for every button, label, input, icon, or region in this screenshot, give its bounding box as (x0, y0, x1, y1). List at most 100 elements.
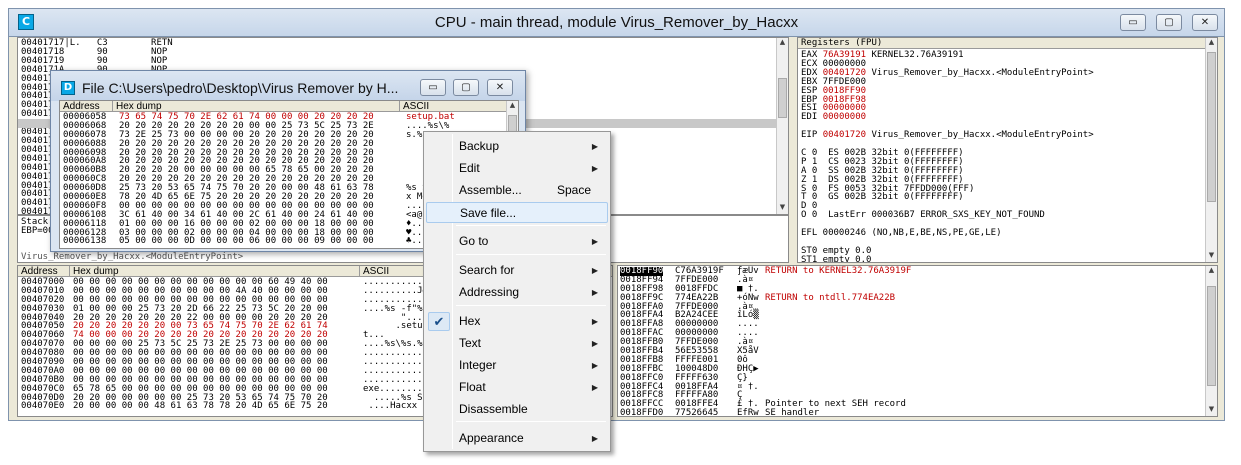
menu-item-assemble[interactable]: Assemble... Space (426, 180, 608, 201)
menu-item-label: Save file... (460, 206, 517, 220)
scroll-thumb[interactable] (778, 78, 787, 118)
menu-item-disassemble[interactable]: Disassemble (426, 399, 608, 420)
module-info-line: Virus_Remover_by_Hacxx.<ModuleEntryPoint… (21, 252, 244, 262)
register-line[interactable]: EFL 00000246 (NO,NB,E,BE,NS,PE,GE,LE) (801, 229, 1094, 238)
dump-address[interactable]: 004070E0 (21, 402, 64, 411)
scroll-thumb[interactable] (1207, 286, 1216, 386)
minimize-button[interactable]: ▭ (1120, 14, 1146, 31)
registers-header[interactable]: Registers (FPU) (798, 38, 1207, 49)
dump-col-hex[interactable]: Hex dump (70, 266, 360, 277)
maximize-button[interactable]: ▢ (1156, 14, 1182, 31)
menu-item-integer[interactable]: Integer ▶ (426, 355, 608, 376)
check-icon: ✔ (428, 312, 450, 331)
menu-item-search-for[interactable]: Search for ▶ (426, 260, 608, 281)
dump-close-button[interactable]: ✕ (487, 79, 513, 96)
dump-maximize-button[interactable]: ▢ (453, 79, 479, 96)
menu-item-shortcut: Space (557, 183, 592, 197)
menu-item-float[interactable]: Float ▶ (426, 377, 608, 398)
submenu-arrow-icon: ▶ (591, 383, 598, 392)
stack-address[interactable]: 0018FFD0 (620, 409, 663, 416)
file-dump-col-ascii[interactable]: ASCII (400, 101, 508, 112)
disassembly-scrollbar[interactable]: ▲ ▼ (776, 38, 788, 214)
register-line[interactable]: O 0 LastErr 000036B7 ERROR_SXS_KEY_NOT_F… (801, 211, 1094, 220)
dump-hex[interactable]: 05 00 00 00 0D 00 00 00 06 00 00 00 09 0… (119, 237, 374, 246)
context-menu[interactable]: Backup ▶ Edit ▶ Assemble... Space Save file...… (423, 131, 611, 452)
menu-item-hex[interactable]: ✔ Hex ▶ (426, 311, 608, 332)
scroll-down-icon[interactable]: ▼ (777, 203, 788, 214)
menu-item-label: Text (459, 336, 482, 350)
stack-pane[interactable]: 0018FF90 C76A3919F ƒæÙv RETURN to KERNEL32.… (617, 265, 1218, 417)
register-value[interactable]: 00401720 (823, 130, 866, 140)
scroll-up-icon[interactable]: ▲ (1206, 266, 1217, 277)
stack-rows[interactable]: 0018FF90 C76A3919F ƒæÙv RETURN to KERNEL32.… (620, 266, 1205, 416)
menu-item-text[interactable]: Text ▶ (426, 333, 608, 354)
scroll-down-icon[interactable]: ▼ (1206, 251, 1217, 262)
submenu-arrow-icon: ▶ (591, 317, 598, 326)
menu-item-save-file[interactable]: Save file... (426, 202, 608, 223)
menu-item-label: Float (459, 380, 486, 394)
register-lines[interactable]: EAX 76A39191 KERNEL32.76A39191 ECX 000000… (801, 51, 1094, 263)
stack-comment: RETURN to KERNEL32.76A3919F (765, 266, 912, 276)
submenu-arrow-icon: ▶ (591, 288, 598, 297)
submenu-arrow-icon: ▶ (591, 266, 598, 275)
menu-item-label: Integer (459, 358, 497, 372)
menu-separator (456, 421, 606, 422)
dump-ascii[interactable]: s.% (406, 130, 422, 140)
dump-window-icon[interactable]: D (61, 81, 75, 95)
file-dump-col-hex[interactable]: Hex dump (113, 101, 400, 112)
menu-separator (456, 305, 606, 306)
stack-row[interactable]: 0018FFD0 77526645 EfRw SE handler (620, 409, 1205, 416)
submenu-arrow-icon: ▶ (591, 164, 598, 173)
menu-item-label: Appearance (459, 431, 524, 445)
register-comment: Virus_Remover_by_Hacxx.<ModuleEntryPoint… (866, 67, 1094, 78)
register-comment: Virus_Remover_by_Hacxx.<ModuleEntryPoint… (866, 130, 1094, 141)
menu-item-label: Search for (459, 263, 515, 277)
menu-separator (456, 225, 606, 226)
dump-minimize-button[interactable]: ▭ (420, 79, 446, 96)
scroll-down-icon[interactable]: ▼ (1206, 405, 1217, 416)
registers-scrollbar[interactable]: ▲ ▼ (1205, 38, 1217, 262)
dump-window-title: File C:\Users\pedro\Desktop\Virus Remove… (82, 80, 399, 96)
register-name: EIP (801, 130, 823, 141)
dump-title-bar[interactable]: D File C:\Users\pedro\Desktop\Virus Remo… (51, 71, 525, 101)
scroll-thumb[interactable] (1207, 52, 1216, 202)
register-line[interactable]: T 0 GS 002B 32bit 0(FFFFFFFF) (801, 193, 1094, 202)
register-line[interactable]: EIP 00401720 Virus_Remover_by_Hacxx.<Mod… (801, 131, 1094, 140)
file-dump-col-address[interactable]: Address (60, 101, 113, 112)
menu-item-backup[interactable]: Backup ▶ (426, 136, 608, 157)
menu-item-label: Assemble... (459, 183, 522, 197)
menu-item-label: Backup (459, 139, 500, 153)
title-bar[interactable]: C CPU - main thread, module Virus_Remove… (8, 8, 1225, 36)
register-name: EDI (801, 112, 823, 123)
menu-item-addressing[interactable]: Addressing ▶ (426, 282, 608, 303)
submenu-arrow-icon: ▶ (591, 142, 598, 151)
dump-col-address[interactable]: Address (18, 266, 70, 277)
register-line[interactable]: ST1 empty 0.0 (801, 255, 1094, 262)
menu-item-edit[interactable]: Edit ▶ (426, 158, 608, 179)
register-comment: KERNEL32.76A39191 (866, 50, 964, 60)
submenu-arrow-icon: ▶ (591, 434, 598, 443)
menu-item-label: Hex (459, 314, 481, 328)
menu-item-label: Addressing (459, 285, 520, 299)
menu-separator (456, 254, 606, 255)
stack-value[interactable]: 77526645 (675, 409, 718, 416)
close-button[interactable]: ✕ (1192, 14, 1218, 31)
menu-item-appearance[interactable]: Appearance ▶ (426, 428, 608, 449)
scroll-up-icon[interactable]: ▲ (507, 101, 518, 112)
stack-scrollbar[interactable]: ▲ ▼ (1205, 266, 1217, 416)
scroll-up-icon[interactable]: ▲ (1206, 38, 1217, 49)
scroll-up-icon[interactable]: ▲ (777, 38, 788, 49)
submenu-arrow-icon: ▶ (591, 361, 598, 370)
ebp-info-line: EBP=00 (21, 226, 54, 236)
dump-address[interactable]: 00006138 (63, 237, 106, 246)
registers-pane[interactable]: Registers (FPU) EAX 76A39191 KERNEL32.76… (797, 37, 1218, 263)
window-title: CPU - main thread, module Virus_Remover_… (434, 14, 799, 31)
menu-item-label: Disassemble (459, 402, 528, 416)
menu-item-go-to[interactable]: Go to ▶ (426, 231, 608, 252)
menu-item-label: Go to (459, 234, 489, 248)
submenu-arrow-icon: ▶ (591, 237, 598, 246)
register-line[interactable]: EDI 00000000 (801, 113, 1094, 122)
dump-hex[interactable]: 20 00 00 00 00 48 61 63 78 78 20 4D 65 6… (73, 402, 328, 411)
register-value[interactable]: 00000000 (823, 112, 866, 122)
ollydbg-main-window: C CPU - main thread, module Virus_Remove… (0, 0, 1241, 465)
